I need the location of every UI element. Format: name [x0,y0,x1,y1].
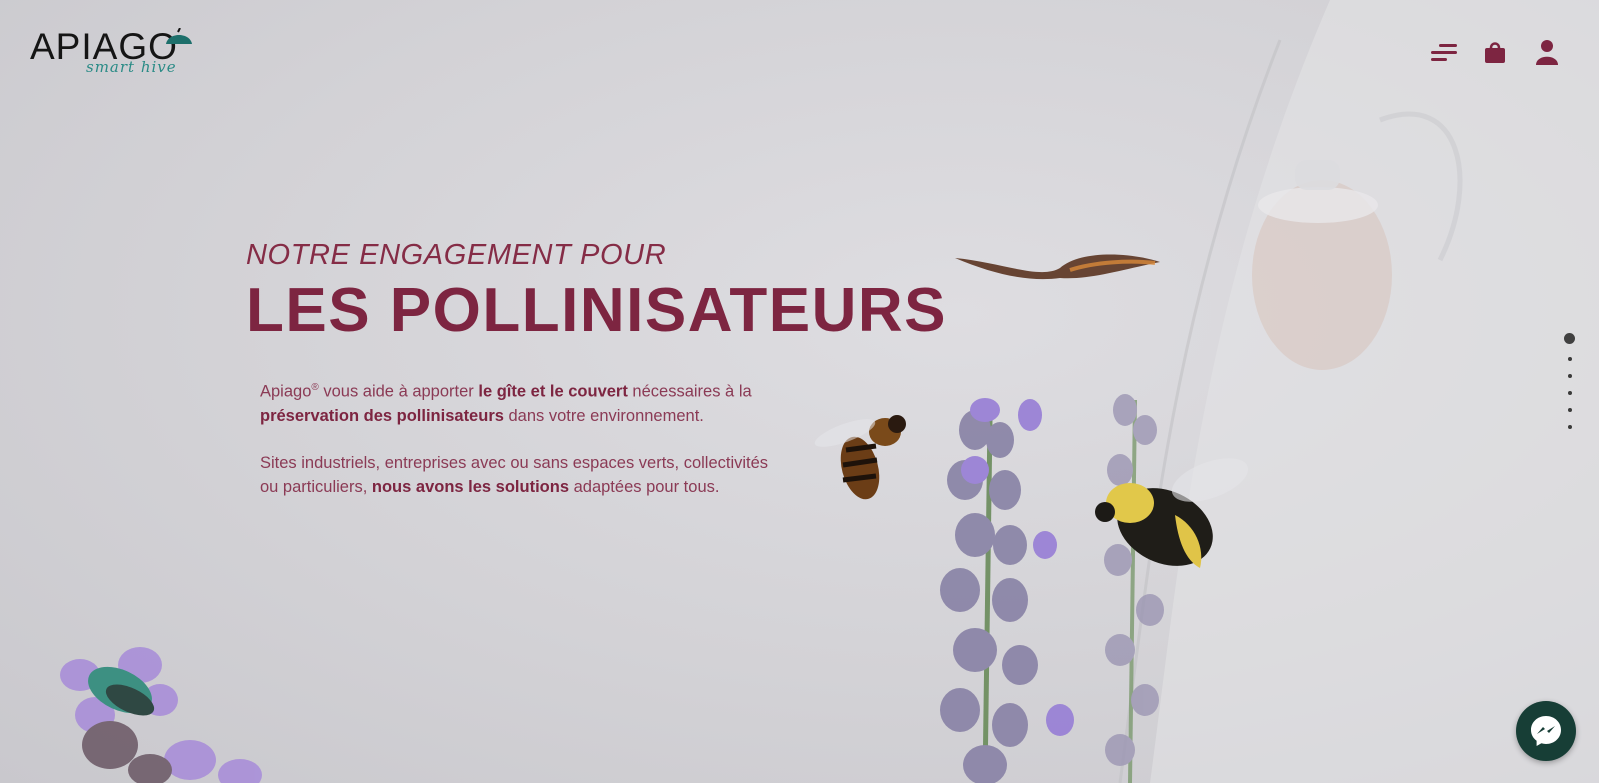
hero-background-image [60,0,1599,783]
section-dot-2[interactable] [1567,357,1572,361]
menu-button[interactable] [1429,38,1457,66]
hero-title: LES POLLINISATEURS [246,276,948,345]
section-nav-dots [1564,333,1575,429]
emphasis-text: préservation des pollinisateurs [260,406,504,425]
emphasis-text: le gîte et le couvert [478,382,628,401]
shopping-bag-icon [1485,42,1505,63]
cart-button[interactable] [1481,38,1509,66]
hero-paragraph-2: Sites industriels, entreprises avec ou s… [260,451,780,499]
header-actions [1429,38,1561,66]
menu-icon [1431,44,1457,61]
messenger-chat-button[interactable] [1516,701,1576,761]
hero-kicker: NOTRE ENGAGEMENT POUR [246,239,667,271]
account-button[interactable] [1533,38,1561,66]
text-segment: nécessaires à la [627,382,752,401]
text-segment: adaptées pour tous. [569,477,720,496]
section-dot-1[interactable] [1564,333,1575,344]
emphasis-text: nous avons les solutions [371,477,570,496]
messenger-icon [1531,716,1561,746]
brand-mention: Apiago [260,382,312,401]
hero-description: Apiago® vous aide à apporter le gîte et … [260,376,780,522]
section-dot-4[interactable] [1567,391,1572,395]
acorn-icon [166,28,192,44]
hero-paragraph-1: Apiago® vous aide à apporter le gîte et … [260,376,780,428]
brand-logo[interactable]: APIAGO smart hive [30,26,195,80]
section-dot-6[interactable] [1567,425,1572,429]
brand-tagline: smart hive [86,58,177,76]
hero-heading: NOTRE ENGAGEMENT POUR LES POLLINISATEURS [246,238,966,344]
text-segment: dans votre environnement. [503,406,704,425]
section-dot-5[interactable] [1567,408,1572,412]
user-icon [1536,40,1558,65]
section-dot-3[interactable] [1567,374,1572,378]
text-segment: vous aide à apporter [318,382,479,401]
registered-mark: ® [311,382,319,393]
